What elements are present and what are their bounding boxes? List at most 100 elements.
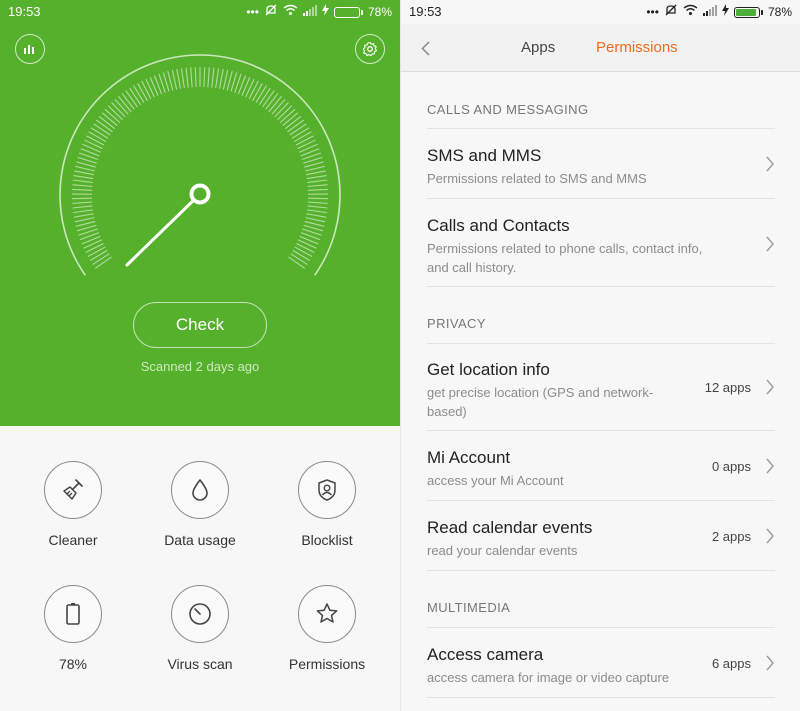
gauge-tick [167,70,174,91]
gauge-tick [145,78,155,98]
gauge-tick [74,170,95,176]
tool-label: Cleaner [48,532,98,548]
gauge-tick [72,188,93,191]
mute-icon [664,3,678,21]
divider [427,697,775,698]
tool-blocklist[interactable]: Blocklist [267,461,387,548]
check-button[interactable]: Check [133,302,267,348]
gauge-tick [90,127,109,139]
battery-percent: 78% [367,5,392,19]
tool-data-usage[interactable]: Data usage [140,461,260,548]
gauge-tick [288,256,306,269]
gauge-tick [307,201,328,204]
gauge-tick [86,135,105,146]
tab-apps[interactable]: Apps [521,39,555,56]
tab-permissions[interactable]: Permissions [596,39,678,56]
tool-label: 78% [58,656,88,672]
gauge-tick [294,246,313,258]
security-app-panel: 19:53 ••• 78% Check Scanned 2 days ago C… [0,0,400,711]
status-bar: 19:53 ••• 78% [401,0,800,24]
battery-icon [66,603,80,625]
gauge-tick [215,68,220,89]
divider [427,500,775,501]
droplet-icon [192,479,208,501]
gauge-tick [255,85,267,103]
gauge-tick [92,253,110,266]
security-hero: 19:53 ••• 78% Check Scanned 2 days ago [0,0,400,426]
tool-permissions[interactable]: Permissions [267,585,387,672]
gauge-tick [304,220,325,227]
divider [427,343,775,344]
gauge-tick [268,96,282,113]
gauge-tick [307,205,328,209]
permissions-panel: 19:53 ••• 78% Apps Permissions CALLS AND… [400,0,800,711]
gauge-tick [295,135,314,146]
back-button[interactable] [415,36,435,60]
gauge-tick [95,119,113,133]
tool-virus-scan[interactable]: Virus scan [140,585,260,672]
gauge-tick [307,197,328,200]
permission-mi-account[interactable]: Mi Account access your Mi Account 0 apps [427,448,775,490]
section-header-multimedia: MULTIMEDIA [427,600,511,615]
gauge-tick [279,108,296,124]
tool-label: Data usage [164,532,236,548]
gauge-tick [137,82,148,101]
gauge-tick [74,217,95,223]
gauge-tick [241,76,251,96]
gauge-tick [82,143,102,153]
gauge-tick [245,78,255,98]
app-count: 6 apps [711,656,751,671]
gauge-tick [305,170,326,176]
gauge-tick [176,69,182,89]
gauge-tick [72,205,93,209]
battery-status-icon [733,6,763,18]
gauge-tick [293,131,312,143]
gauge-needle [125,192,202,267]
gauge-tick [203,67,206,88]
permission-calls-contacts[interactable]: Calls and Contacts Permissions related t… [427,216,775,277]
permission-desc: read your calendar events [427,543,578,558]
charging-icon [721,4,729,20]
app-count: 2 apps [711,529,751,544]
gauge-tick [84,139,103,150]
permission-location[interactable]: Get location info get precise location (… [427,360,775,421]
tool-cleaner[interactable]: Cleaner [13,461,133,548]
divider [427,198,775,199]
chevron-right-icon [766,655,774,671]
permission-camera[interactable]: Access camera access camera for image or… [427,645,775,687]
gauge-ticks [71,67,329,269]
permission-calendar[interactable]: Read calendar events read your calendar … [427,518,775,560]
tool-label: Virus scan [167,656,233,672]
wifi-icon [683,4,698,20]
gauge-tick [101,112,118,127]
gauge-tick [75,220,96,227]
divider [427,627,775,628]
gauge-tick [133,85,145,103]
divider [427,128,775,129]
status-bar: 19:53 ••• 78% [0,0,400,24]
gauge-tick [180,68,185,89]
permission-desc: access camera for image or video capture [427,670,670,685]
more-dots-icon: ••• [646,5,659,19]
gauge-tick [297,139,316,150]
gauge-tick [104,108,121,124]
broom-icon [63,479,83,500]
gauge-tick [185,67,189,88]
gauge-tick [304,161,324,168]
gauge-tick [73,209,94,214]
gauge-tick [277,105,293,121]
gauge-tick [76,161,96,168]
chevron-left-icon [420,40,430,56]
gauge-tick [218,69,224,89]
scan-dial-icon [189,603,211,625]
gauge-tick [87,246,106,258]
gauge-pivot [189,183,211,205]
gauge-outer-arc [59,54,341,276]
tool-battery[interactable]: 78% [13,585,133,672]
gauge-tick [125,90,138,108]
gauge-tick [258,87,271,106]
app-count: 0 apps [711,459,751,474]
permission-sms[interactable]: SMS and MMS Permissions related to SMS a… [427,146,775,188]
gauge-tick [111,102,126,118]
signal-icon [702,4,717,20]
